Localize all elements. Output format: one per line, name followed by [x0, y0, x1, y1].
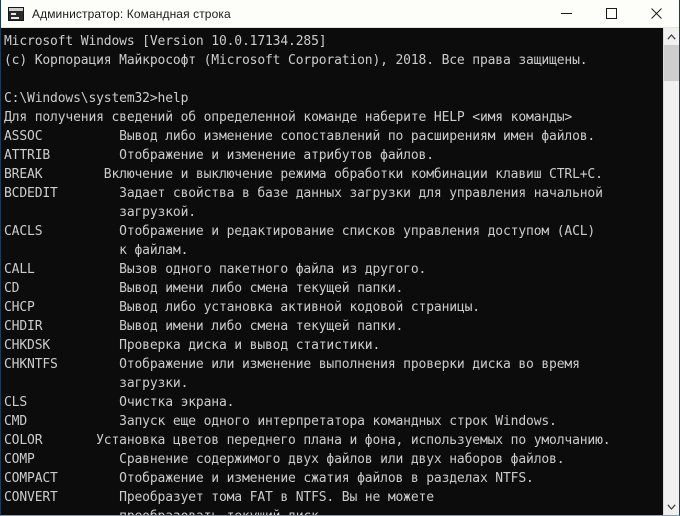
close-button[interactable]: [634, 0, 679, 28]
scrollbar-up-button[interactable]: [664, 28, 679, 45]
minimize-button[interactable]: [544, 0, 589, 28]
console-line: Microsoft Windows [Version 10.0.17134.28…: [4, 34, 327, 49]
console-line: (c) Корпорация Майкрософт (Microsoft Cor…: [4, 53, 588, 68]
console-line: CACLS Отображение и редактирование списк…: [4, 224, 596, 239]
minimize-icon: [561, 13, 572, 14]
title-bar-left: Администратор: Командная строка: [1, 6, 544, 21]
window-title: Администратор: Командная строка: [32, 6, 231, 21]
maximize-button[interactable]: [589, 0, 634, 28]
console-line: CHDIR Вывод имени либо смена текущей пап…: [4, 319, 404, 334]
console-line: загрузки.: [4, 376, 189, 391]
console-line: CMD Запуск еще одного интерпретатора ком…: [4, 414, 557, 429]
scrollbar-down-button[interactable]: [664, 498, 679, 515]
console-line: COMP Сравнение содержимого двух файлов и…: [4, 452, 565, 467]
window-body: Microsoft Windows [Version 10.0.17134.28…: [1, 28, 679, 515]
console-line: COLOR Установка цветов переднего плана и…: [4, 433, 611, 448]
maximize-icon: [606, 8, 617, 19]
console-line: CONVERT Преобразует тома FAT в NTFS. Вы …: [4, 490, 434, 505]
console-line: BREAK Включение и выключение режима обра…: [4, 167, 603, 182]
console-line: Для получения сведений об определенной к…: [4, 110, 573, 125]
console-line: BCDEDIT Задает свойства в базе данных за…: [4, 186, 603, 201]
console-line: COMPACT Отображение и изменение сжатия ф…: [4, 471, 534, 486]
chevron-up-icon: [667, 33, 676, 40]
cmd-icon-prompt-line: [11, 16, 19, 19]
cmd-icon-prompt-mark: [11, 12, 16, 15]
console-line: ASSOC Вывод либо изменение сопоставлений…: [4, 129, 596, 144]
console-line: C:\Windows\system32>help: [4, 91, 189, 106]
console-line: CLS Очистка экрана.: [4, 395, 235, 410]
cmd-console-icon: [8, 6, 24, 21]
vertical-scrollbar[interactable]: [663, 28, 679, 515]
scrollbar-thumb[interactable]: [664, 45, 679, 81]
console-line: CHKDSK Проверка диска и вывод статистики…: [4, 338, 381, 353]
console-line: CD Вывод имени либо смена текущей папки.: [4, 281, 404, 296]
chevron-down-icon: [667, 503, 676, 510]
console-line: к файлам.: [4, 243, 189, 258]
console-line: CALL Вызов одного пакетного файла из дру…: [4, 262, 427, 277]
console-output-area[interactable]: Microsoft Windows [Version 10.0.17134.28…: [1, 28, 663, 515]
close-icon: [651, 8, 662, 19]
console-line: преобразовать текущий диск.: [4, 507, 663, 515]
cmd-icon-titlestrip: [9, 7, 23, 11]
window-controls: [544, 0, 679, 28]
command-prompt-window: Администратор: Командная строка Microsof…: [0, 0, 680, 516]
console-line: CHKNTFS Отображение или изменение выполн…: [4, 357, 580, 372]
scrollbar-track[interactable]: [664, 45, 679, 498]
console-line: ATTRIB Отображение и изменение атрибутов…: [4, 148, 434, 163]
title-bar[interactable]: Администратор: Командная строка: [1, 0, 679, 28]
console-line: загрузкой.: [4, 205, 196, 220]
console-line: CHCP Вывод либо установка активной кодов…: [4, 300, 480, 315]
